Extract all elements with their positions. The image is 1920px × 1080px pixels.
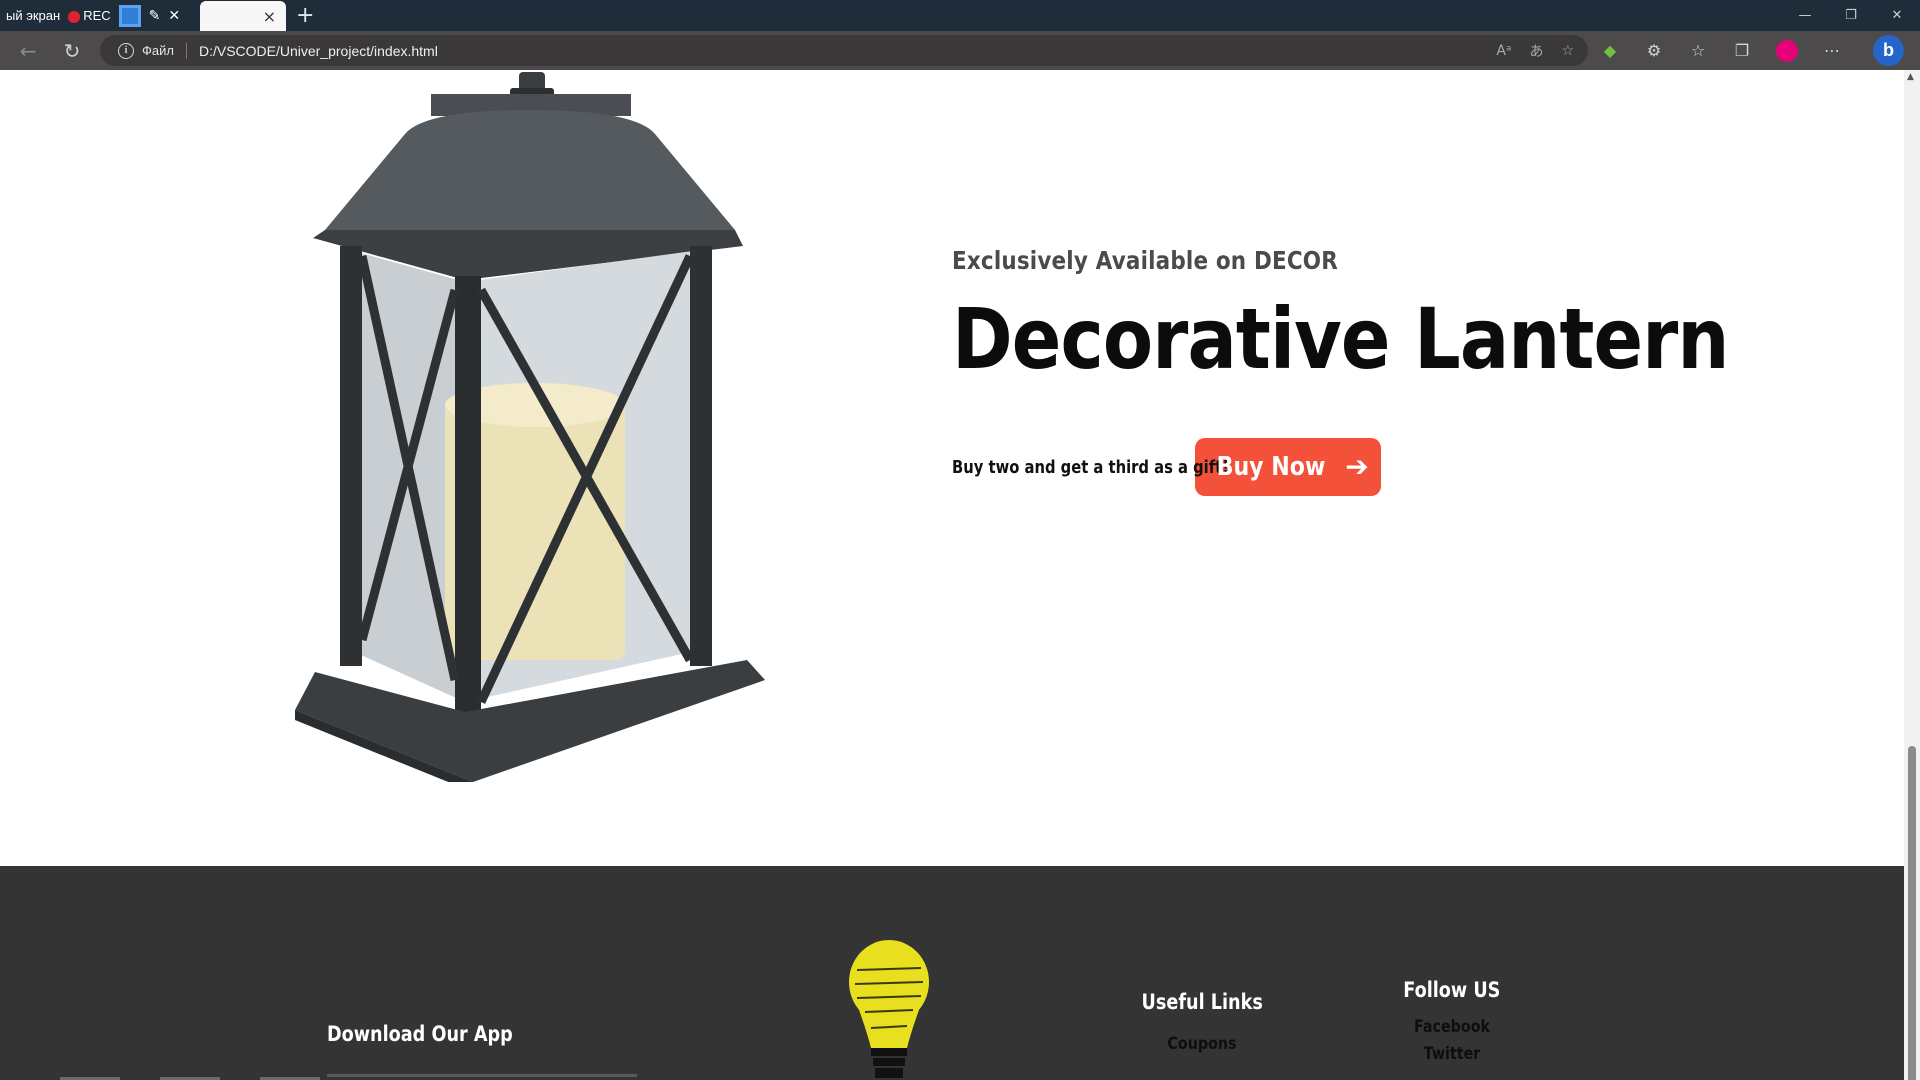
puzzle-icon[interactable]: ⚙	[1644, 41, 1664, 60]
stop-icon[interactable]	[118, 4, 141, 27]
read-aloud-icon[interactable]: A͏ᵃ	[1496, 43, 1511, 59]
follow-us-column: Follow US Facebook Twitter	[1365, 978, 1539, 1068]
file-label: Файл	[142, 43, 174, 58]
offer-text: Buy two and get a third as a gift!	[952, 456, 1229, 478]
restore-button[interactable]: ❐	[1828, 0, 1874, 31]
address-bar[interactable]: i Файл D:/VSCODE/Univer_project/index.ht…	[100, 35, 1588, 66]
lightbulb-icon	[849, 940, 929, 1078]
pencil-icon[interactable]: ✎	[149, 7, 161, 24]
toolbar-actions: ◆ ⚙ ☆ ❐ ⋯	[1600, 31, 1842, 70]
hero-title: Decorative Lantern	[952, 290, 1729, 388]
rec-label: REC	[83, 8, 111, 23]
recording-label: ый экран	[6, 8, 61, 23]
collections-icon[interactable]: ❐	[1732, 41, 1752, 60]
follow-us-heading: Follow US	[1403, 978, 1501, 1002]
extension-icon[interactable]: ◆	[1600, 41, 1620, 60]
scroll-up-icon[interactable]: ▲	[1907, 72, 1914, 82]
page-scrollbar[interactable]: ▲	[1904, 70, 1920, 1080]
minimize-button[interactable]: —	[1782, 0, 1828, 31]
lantern-image	[295, 72, 765, 782]
translate-icon[interactable]: あ	[1529, 41, 1543, 61]
rec-button[interactable]: REC	[68, 8, 111, 23]
active-tab[interactable]: ×	[200, 1, 286, 31]
bing-icon[interactable]: b	[1873, 35, 1904, 66]
tab-close-icon[interactable]: ×	[263, 7, 276, 26]
close-window-button[interactable]: ✕	[1874, 0, 1920, 31]
new-tab-button[interactable]: +	[296, 3, 314, 28]
close-icon[interactable]: ✕	[168, 7, 180, 24]
buy-now-button[interactable]: Buy Now ➔	[1195, 438, 1381, 496]
hero-copy: Exclusively Available on DECOR Decorativ…	[952, 246, 1752, 496]
recording-controls: ый экран REC ✎ ✕	[0, 4, 186, 27]
hero-section: Exclusively Available on DECOR Decorativ…	[0, 70, 1904, 866]
browser-toolbar: ← ↻ i Файл D:/VSCODE/Univer_project/inde…	[0, 31, 1920, 70]
favorite-add-icon[interactable]: ☆	[1561, 43, 1574, 59]
arrow-right-icon: ➔	[1345, 450, 1369, 483]
download-app-text	[327, 1074, 637, 1077]
link-coupons[interactable]: Coupons	[1129, 1034, 1275, 1054]
download-app-heading: Download Our App	[327, 1022, 513, 1046]
offer-row: Buy two and get a third as a gift! Buy N…	[952, 438, 1381, 496]
scroll-thumb[interactable]	[1908, 746, 1916, 1080]
link-facebook[interactable]: Facebook	[1379, 1014, 1525, 1041]
window-controls: — ❐ ✕	[1782, 0, 1920, 31]
address-separator	[185, 42, 187, 59]
favorites-icon[interactable]: ☆	[1688, 41, 1708, 60]
footer: Download Our App Useful Links Coupons Fo…	[0, 866, 1904, 1080]
useful-links-column: Useful Links Coupons	[1115, 990, 1289, 1054]
back-icon[interactable]: ←	[10, 35, 46, 67]
profile-avatar[interactable]	[1776, 39, 1798, 62]
info-icon[interactable]: i	[118, 42, 134, 59]
buy-now-label: Buy Now	[1216, 452, 1326, 482]
useful-links-heading: Useful Links	[1141, 990, 1263, 1014]
hero-eyebrow: Exclusively Available on DECOR	[952, 246, 1338, 275]
reload-icon[interactable]: ↻	[54, 35, 90, 67]
recording-toolbar: ый экран REC ✎ ✕	[0, 0, 186, 31]
more-icon[interactable]: ⋯	[1822, 41, 1842, 60]
link-twitter[interactable]: Twitter	[1379, 1041, 1525, 1068]
record-icon	[68, 10, 81, 23]
address-bar-actions: A͏ᵃ あ ☆	[1496, 35, 1574, 66]
url-text[interactable]: D:/VSCODE/Univer_project/index.html	[199, 43, 438, 59]
browser-tab-bar: ый экран REC ✎ ✕ × + — ❐ ✕	[0, 0, 1920, 31]
